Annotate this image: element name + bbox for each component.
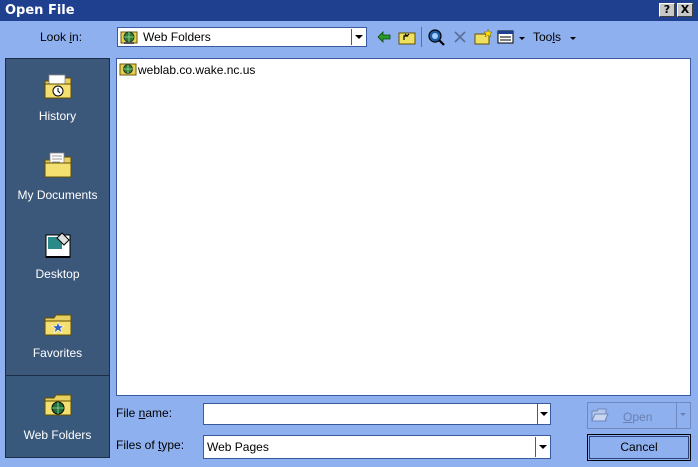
open-button[interactable]: Open	[587, 402, 691, 429]
places-label-history: History	[38, 109, 77, 123]
back-icon[interactable]	[376, 28, 392, 46]
files-of-type-value: Web Pages	[207, 440, 269, 454]
places-item-my-documents[interactable]: My Documents	[6, 138, 109, 218]
history-icon	[44, 74, 72, 99]
my-documents-icon	[44, 152, 72, 178]
places-item-web-folders[interactable]: Web Folders	[6, 375, 109, 457]
favorites-icon	[44, 314, 72, 336]
close-button[interactable]: X	[677, 3, 693, 17]
look-in-dropdown-arrow[interactable]	[351, 29, 365, 45]
look-in-label: Look in:	[40, 30, 83, 44]
places-bar: History My Documents Desktop Favorites W…	[5, 58, 110, 458]
look-in-dropdown[interactable]: Web Folders	[117, 27, 367, 47]
views-dropdown-arrow[interactable]	[519, 37, 525, 40]
help-button[interactable]: ?	[659, 3, 675, 17]
web-folders-icon	[44, 394, 72, 416]
file-name-dropdown-arrow[interactable]	[537, 404, 550, 424]
open-dropdown-arrow[interactable]	[676, 403, 690, 428]
places-item-desktop[interactable]: Desktop	[6, 217, 109, 297]
places-label-favorites: Favorites	[32, 346, 83, 360]
file-name-input[interactable]	[203, 403, 551, 425]
file-list[interactable]: weblab.co.wake.nc.us	[116, 58, 691, 396]
up-one-level-icon[interactable]	[398, 28, 416, 46]
web-folder-icon	[120, 31, 138, 44]
open-button-label: Open	[623, 410, 653, 424]
places-label-my-documents: My Documents	[17, 188, 98, 202]
files-of-type-dropdown-arrow[interactable]	[535, 437, 549, 457]
places-item-history[interactable]: History	[6, 59, 109, 139]
toolbar-separator	[421, 27, 422, 47]
tools-menu-button[interactable]: Tools	[533, 30, 561, 44]
places-item-favorites[interactable]: Favorites	[6, 296, 109, 376]
files-of-type-label: Files of type:	[116, 438, 185, 452]
open-folder-icon	[591, 408, 609, 422]
places-label-web-folders: Web Folders	[23, 428, 92, 442]
web-folder-icon	[119, 63, 137, 76]
files-of-type-dropdown[interactable]: Web Pages	[203, 435, 551, 459]
open-file-dialog: Open File ? X Look in: Web Folders Tools…	[0, 0, 698, 467]
search-web-icon[interactable]	[427, 28, 445, 46]
file-name: weblab.co.wake.nc.us	[138, 63, 256, 77]
close-icon: X	[680, 3, 690, 16]
cancel-button[interactable]: Cancel	[587, 434, 691, 461]
desktop-icon	[45, 232, 71, 258]
delete-icon[interactable]	[452, 28, 468, 46]
places-label-desktop: Desktop	[35, 267, 80, 281]
tools-dropdown-arrow[interactable]	[570, 37, 576, 40]
title-bar[interactable]: Open File ? X	[0, 0, 698, 21]
help-icon: ?	[663, 3, 671, 16]
views-icon[interactable]	[497, 28, 515, 46]
look-in-value: Web Folders	[143, 30, 211, 44]
window-title: Open File	[5, 3, 75, 18]
file-name-label: File name:	[116, 406, 173, 420]
create-new-folder-icon[interactable]	[474, 28, 492, 46]
